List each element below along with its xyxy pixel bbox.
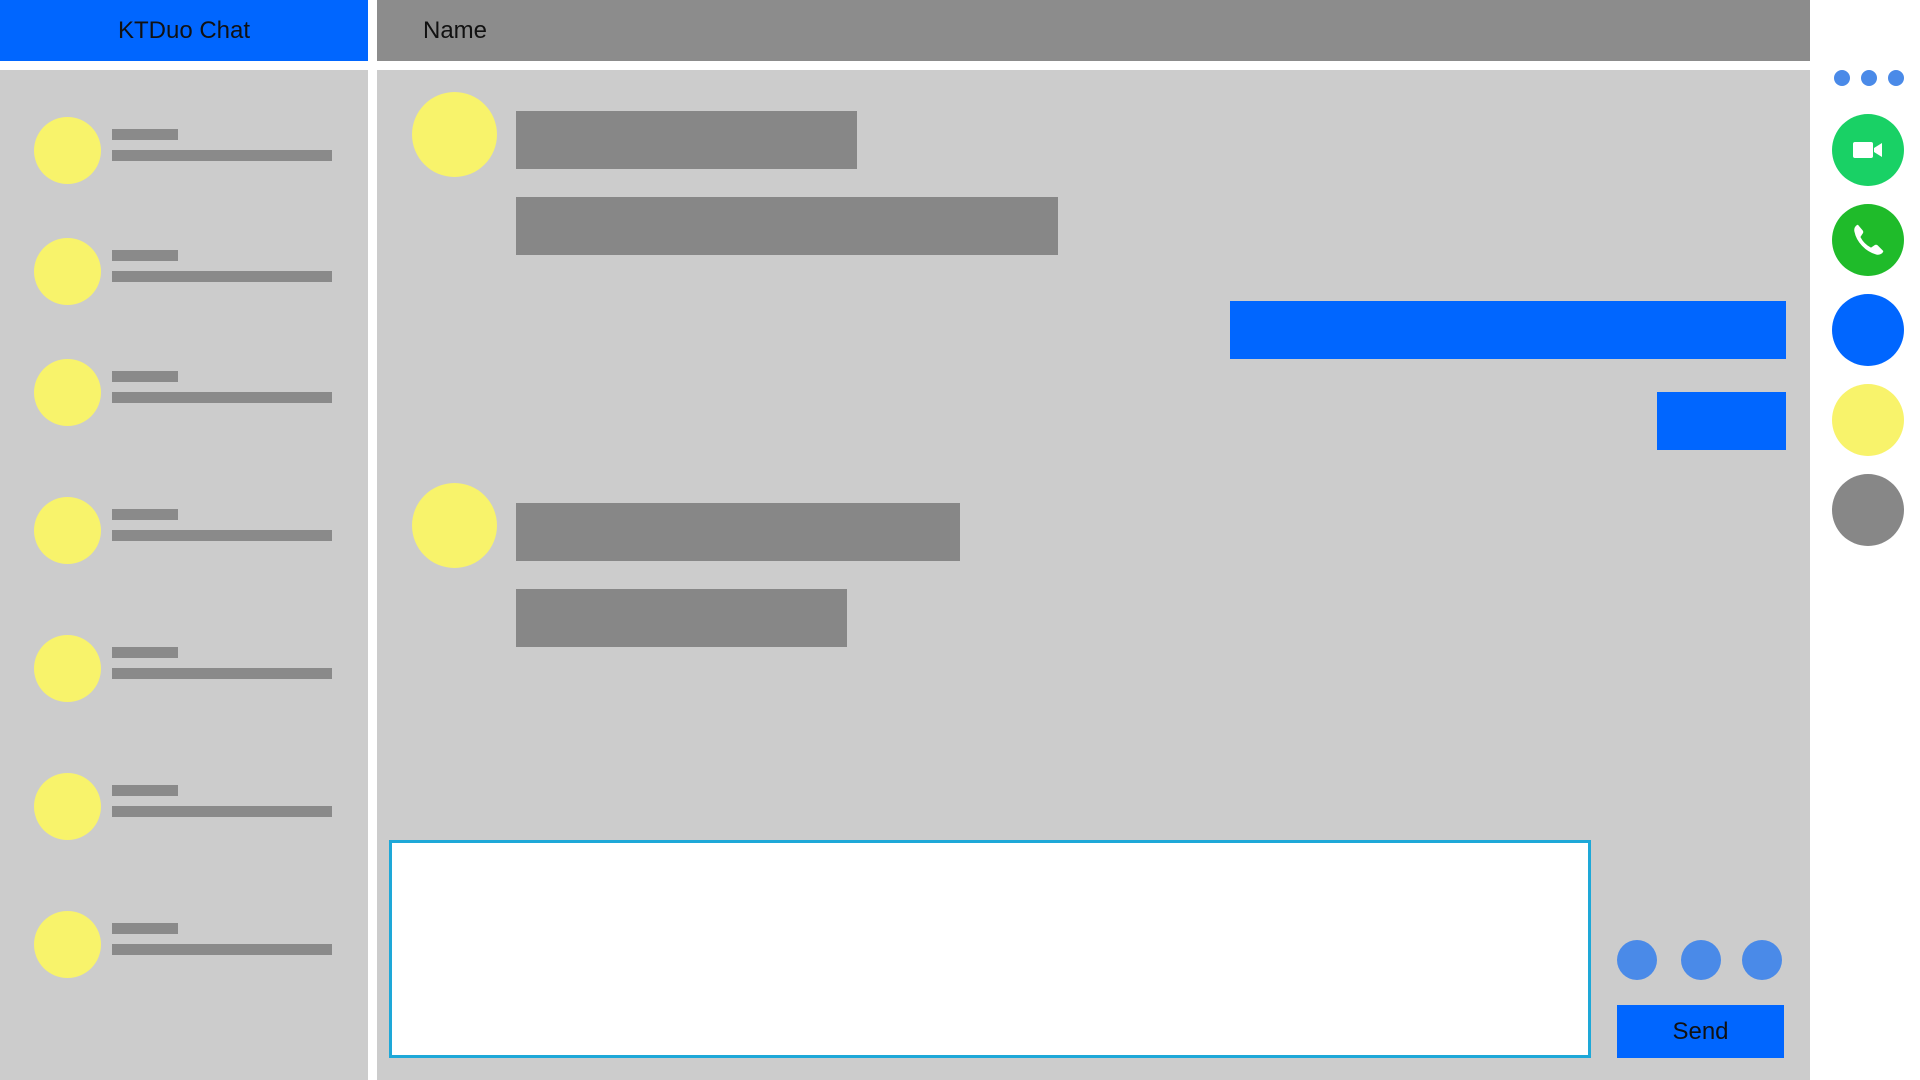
- composer-tool-button[interactable]: [1617, 940, 1657, 980]
- contact-item[interactable]: [0, 773, 368, 853]
- blue-circle-button[interactable]: [1832, 294, 1904, 366]
- sender-avatar: [412, 92, 497, 177]
- contact-name-placeholder: [112, 923, 178, 934]
- message-input[interactable]: [392, 843, 1588, 1055]
- incoming-message-bubble: [516, 111, 857, 169]
- composer-tool-button[interactable]: [1681, 940, 1721, 980]
- gray-circle-button[interactable]: [1832, 474, 1904, 546]
- contact-avatar: [34, 497, 101, 564]
- contact-preview-placeholder: [112, 668, 332, 679]
- outgoing-message-bubble: [1230, 301, 1786, 359]
- contact-item[interactable]: [0, 238, 368, 318]
- yellow-circle-button[interactable]: [1832, 384, 1904, 456]
- video-camera-icon: [1853, 142, 1882, 158]
- contact-name-placeholder: [112, 129, 178, 140]
- contact-item[interactable]: [0, 497, 368, 577]
- contact-list: [0, 70, 368, 1080]
- incoming-message-bubble: [516, 503, 960, 561]
- chat-header: Name: [377, 0, 1810, 61]
- contact-preview-placeholder: [112, 806, 332, 817]
- contact-avatar: [34, 238, 101, 305]
- more-horizontal-icon[interactable]: [1834, 70, 1904, 86]
- contact-item[interactable]: [0, 117, 368, 197]
- contact-preview-placeholder: [112, 530, 332, 541]
- contact-preview-placeholder: [112, 392, 332, 403]
- contact-preview-placeholder: [112, 271, 332, 282]
- send-button[interactable]: Send: [1617, 1005, 1784, 1058]
- contact-name-placeholder: [112, 647, 178, 658]
- contact-avatar: [34, 359, 101, 426]
- incoming-message-bubble: [516, 197, 1058, 255]
- contact-name-placeholder: [112, 509, 178, 520]
- message-input-box[interactable]: [389, 840, 1591, 1058]
- contact-name-placeholder: [112, 785, 178, 796]
- phone-icon: [1853, 223, 1885, 256]
- video-call-button[interactable]: [1832, 114, 1904, 186]
- outgoing-message-bubble: [1657, 392, 1786, 450]
- voice-call-button[interactable]: [1832, 204, 1904, 276]
- contact-name-placeholder: [112, 250, 178, 261]
- contact-item[interactable]: [0, 635, 368, 715]
- app-title: KTDuo Chat: [117, 16, 251, 44]
- composer-tool-button[interactable]: [1742, 940, 1782, 980]
- contact-item[interactable]: [0, 359, 368, 439]
- contact-avatar: [34, 117, 101, 184]
- contact-avatar: [34, 911, 101, 978]
- contact-avatar: [34, 635, 101, 702]
- sender-avatar: [412, 483, 497, 568]
- chat-title: Name: [423, 16, 488, 44]
- app-title-bar: KTDuo Chat: [0, 0, 368, 61]
- message-area: Send: [377, 70, 1810, 1080]
- contact-name-placeholder: [112, 371, 178, 382]
- contact-avatar: [34, 773, 101, 840]
- send-button-label: Send: [1672, 1017, 1729, 1045]
- contact-preview-placeholder: [112, 944, 332, 955]
- contact-preview-placeholder: [112, 150, 332, 161]
- contact-item[interactable]: [0, 911, 368, 991]
- incoming-message-bubble: [516, 589, 847, 647]
